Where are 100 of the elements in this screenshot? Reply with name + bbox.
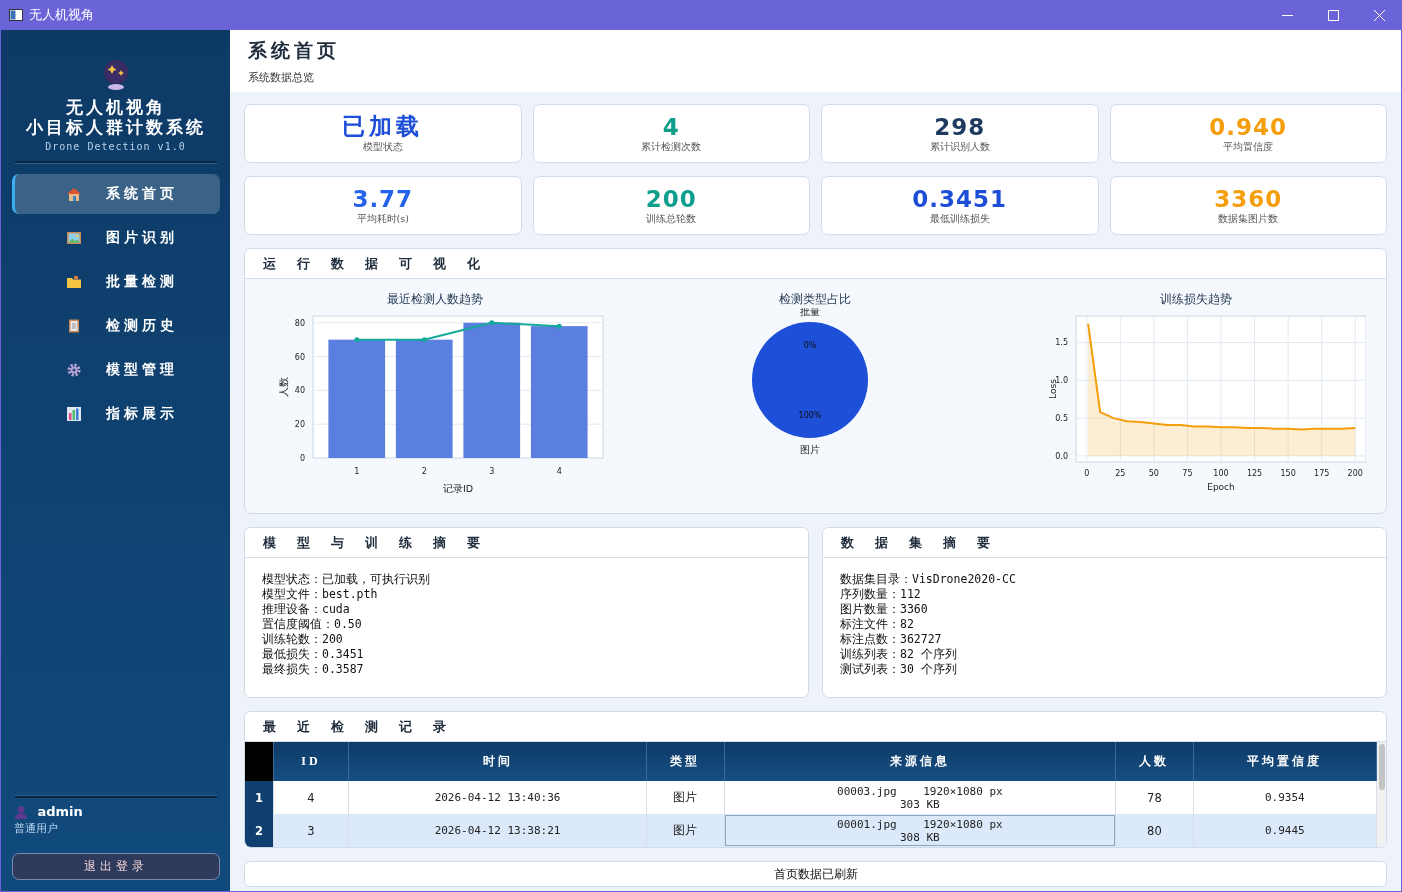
tick-label: 1.0 xyxy=(1055,376,1068,386)
summary-line: 模型状态：已加载，可执行识别 xyxy=(262,572,431,587)
axis-label: 人数 xyxy=(278,377,290,397)
nav-item[interactable]: 批量检测 xyxy=(11,262,220,302)
row-number[interactable]: 2 xyxy=(245,814,274,847)
user-name: admin xyxy=(37,804,83,819)
tick-label: 40 xyxy=(294,386,306,396)
stat-label: 平均置信度 xyxy=(1223,140,1274,154)
stat-label: 累计识别人数 xyxy=(929,140,990,154)
tick-label: 0.0 xyxy=(1055,451,1068,461)
tick-label: 60 xyxy=(294,352,306,362)
tick-label: 125 xyxy=(1246,469,1263,478)
folder-icon xyxy=(65,274,82,290)
summary-line: 图片数量：3360 xyxy=(840,602,929,617)
bar-chart-icon xyxy=(65,406,82,422)
tick-label: 25 xyxy=(1115,469,1126,478)
stat-value: 已加载 xyxy=(342,113,424,140)
picture-icon xyxy=(65,230,82,246)
chart-title: 训练损失趋势 xyxy=(1159,291,1232,308)
user-icon xyxy=(13,804,28,819)
table-cell: 00001.jpg 1920×1080 px 308 KB xyxy=(724,814,1116,847)
page-subtitle: 系统数据总览 xyxy=(248,70,315,85)
stat-value: 0.940 xyxy=(1209,113,1288,140)
panel-title: 模型与训练摘要 xyxy=(263,533,501,552)
close-icon xyxy=(1373,9,1385,21)
window-title: 无人机视角 xyxy=(29,6,95,24)
stat-value: 4 xyxy=(662,113,680,140)
tick-label: 175 xyxy=(1313,469,1330,478)
axis-label: 记录ID xyxy=(443,483,474,494)
house-icon xyxy=(65,186,82,202)
gear-icon xyxy=(65,362,82,378)
axis-label: Epoch xyxy=(1207,482,1235,492)
panel-title: 运行数据可视化 xyxy=(263,254,501,273)
stat-value: 3.77 xyxy=(352,185,414,212)
tick-label: 2 xyxy=(421,467,427,476)
maximize-icon xyxy=(1327,9,1339,21)
summary-line: 标注文件：82 xyxy=(840,617,915,632)
tick-label: 50 xyxy=(1148,469,1159,478)
percent-label: 100% xyxy=(799,410,822,420)
column-header[interactable]: ID xyxy=(273,742,349,782)
column-header[interactable]: 来源信息 xyxy=(724,742,1116,782)
summary-line: 最低损失：0.3451 xyxy=(262,647,365,662)
nav-item[interactable]: 系统首页 xyxy=(11,174,220,214)
stat-label: 数据集图片数 xyxy=(1218,212,1279,226)
panel-title: 最近检测记录 xyxy=(263,717,467,736)
column-header[interactable]: 平均置信度 xyxy=(1193,742,1377,782)
summary-line: 标注点数：362727 xyxy=(840,632,943,647)
tick-label: 0 xyxy=(1084,469,1090,478)
logout-button[interactable]: 退出登录 xyxy=(11,853,220,880)
window-icon xyxy=(9,9,23,21)
table-cell: 3 xyxy=(273,814,349,847)
stat-value: 0.3451 xyxy=(912,185,1008,212)
tick-label: 75 xyxy=(1182,469,1193,478)
nav-item[interactable]: 图片识别 xyxy=(11,218,220,258)
crystal-ball-icon xyxy=(101,58,130,90)
stat-value: 3360 xyxy=(1214,185,1283,212)
stat-value: 200 xyxy=(645,185,697,212)
app-title: 无人机视角 xyxy=(64,98,167,118)
summary-line: 测试列表：30 个序列 xyxy=(840,662,958,677)
stat-label: 最低训练损失 xyxy=(929,212,990,226)
column-header[interactable]: 人数 xyxy=(1115,742,1194,782)
summary-line: 序列数量：112 xyxy=(840,587,922,602)
status-message: 首页数据已刷新 xyxy=(244,861,1387,887)
stat-label: 累计检测次数 xyxy=(641,140,702,154)
table-cell: 图片 xyxy=(646,814,725,847)
summary-line: 最终损失：0.3587 xyxy=(262,662,365,677)
nav-item[interactable]: 模型管理 xyxy=(11,350,220,390)
stat-label: 训练总轮数 xyxy=(646,212,697,226)
table-cell: 80 xyxy=(1115,814,1194,847)
tick-label: 1 xyxy=(354,467,360,476)
nav-item[interactable]: 检测历史 xyxy=(11,306,220,346)
table-cell: 2026-04-12 13:38:21 xyxy=(348,814,647,847)
page-title: 系统首页 xyxy=(248,39,341,63)
summary-line: 训练列表：82 个序列 xyxy=(840,647,958,662)
tick-label: 200 xyxy=(1347,469,1363,478)
panel-title: 数据集摘要 xyxy=(841,533,1011,552)
stat-label: 平均耗时(s) xyxy=(356,212,409,226)
tick-label: 150 xyxy=(1280,469,1296,478)
tick-label: 0 xyxy=(300,454,306,463)
summary-line: 推理设备：cuda xyxy=(262,602,351,617)
column-header[interactable]: 类型 xyxy=(646,742,725,782)
tick-label: 80 xyxy=(294,318,306,328)
column-header[interactable]: 时间 xyxy=(348,742,647,782)
tick-label: 3 xyxy=(489,467,495,476)
chart-title: 最近检测人数趋势 xyxy=(387,291,484,308)
user-role: 普通用户 xyxy=(13,821,59,836)
chart-title: 检测类型占比 xyxy=(779,291,852,308)
summary-line: 模型文件：best.pth xyxy=(262,587,379,602)
summary-line: 数据集目录：VisDrone2020-CC xyxy=(840,572,1017,587)
summary-line: 置信度阈值：0.50 xyxy=(262,617,363,632)
tick-label: 100 xyxy=(1213,469,1229,478)
app-title: 小目标人群计数系统 xyxy=(25,118,206,138)
scrollbar[interactable] xyxy=(1377,742,1386,847)
percent-label: 0% xyxy=(804,341,817,351)
slice-label: 图片 xyxy=(800,443,821,455)
row-number[interactable]: 1 xyxy=(245,781,274,815)
summary-line: 训练轮数：200 xyxy=(262,632,344,647)
table-cell: 0.9445 xyxy=(1193,814,1377,847)
nav-item[interactable]: 指标展示 xyxy=(11,394,220,434)
tick-label: 20 xyxy=(294,420,306,430)
